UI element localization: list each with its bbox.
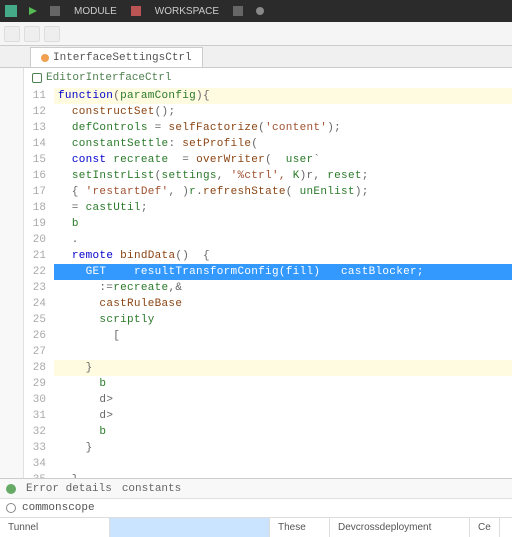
table-cell[interactable]: Tunnel [0,518,110,537]
code-line[interactable]: [ [54,328,512,344]
code-line[interactable]: constantSettle: setProfile( [54,136,512,152]
line-number: 32 [24,424,52,440]
tab-label: InterfaceSettingsCtrl [53,52,192,64]
code-line[interactable]: } [54,440,512,456]
line-number: 26 [24,328,52,344]
bottom-tab[interactable]: Error details [26,483,112,495]
file-type-icon [41,54,49,62]
line-number: 35 [24,472,52,478]
play-icon[interactable] [26,4,40,18]
editor-tabs: InterfaceSettingsCtrl [0,46,512,68]
code-line[interactable]: defControls = selfFactorize('content'); [54,120,512,136]
breadcrumb[interactable]: EditorInterfaceCtrl [24,68,512,88]
code-line[interactable]: GET resultTransformConfig(fill) castBloc… [54,264,512,280]
line-number: 12 [24,104,52,120]
line-number: 21 [24,248,52,264]
toolbar-icon[interactable] [253,4,267,18]
toolbar-button[interactable] [44,26,60,42]
status-icon [6,484,16,494]
breadcrumb-text: EditorInterfaceCtrl [46,72,171,84]
bottom-table: Tunnel These Devcrossdeployment Ce [0,517,512,537]
line-number: 15 [24,152,52,168]
line-number: 22 [24,264,52,280]
line-number: 19 [24,216,52,232]
code-lines[interactable]: function(paramConfig){ constructSet(); d… [54,88,512,478]
line-number: 16 [24,168,52,184]
toolbar-icon[interactable] [231,4,245,18]
table-cell[interactable]: These [270,518,330,537]
code-line[interactable]: d> [54,392,512,408]
line-number: 17 [24,184,52,200]
line-number: 33 [24,440,52,456]
title-bar: MODULE WORKSPACE [0,0,512,22]
line-number: 14 [24,136,52,152]
bottom-row-label: commonscope [22,502,95,514]
code-line[interactable]: castRuleBase [54,296,512,312]
code-line[interactable]: :=recreate,& [54,280,512,296]
code-line[interactable]: = castUtil; [54,200,512,216]
code-line[interactable]: . [54,232,512,248]
code-line[interactable]: b [54,424,512,440]
menu-workspace[interactable]: WORKSPACE [151,4,223,19]
bottom-panel: Error details constants commonscope Tunn… [0,478,512,537]
line-number: 25 [24,312,52,328]
code-line[interactable]: b [54,216,512,232]
toolbar [0,22,512,46]
bottom-tab[interactable]: constants [122,483,181,495]
code-line[interactable]: const recreate = overWriter( user` [54,152,512,168]
code-line[interactable]: d> [54,408,512,424]
bottom-row: commonscope [0,499,512,517]
line-number: 23 [24,280,52,296]
line-number: 31 [24,408,52,424]
line-number: 28 [24,360,52,376]
code-line[interactable]: setInstrList(settings, '%ctrl', K)r, res… [54,168,512,184]
toolbar-icon[interactable] [48,4,62,18]
code-line[interactable]: } [54,360,512,376]
menu-module[interactable]: MODULE [70,4,121,19]
code-editor[interactable]: EditorInterfaceCtrl 11121314151617181920… [24,68,512,478]
line-number: 29 [24,376,52,392]
code-line[interactable]: { 'restartDef', )r.refreshState( unEnlis… [54,184,512,200]
toolbar-button[interactable] [4,26,20,42]
toolbar-button[interactable] [24,26,40,42]
line-number: 18 [24,200,52,216]
code-line[interactable]: } [54,472,512,478]
code-line[interactable]: scriptly [54,312,512,328]
code-line[interactable] [54,456,512,472]
left-gutter-bar [0,68,24,478]
code-line[interactable]: remote bindData() { [54,248,512,264]
code-line[interactable]: b [54,376,512,392]
line-number: 11 [24,88,52,104]
code-line[interactable] [54,344,512,360]
toolbar-icon[interactable] [129,4,143,18]
line-number: 34 [24,456,52,472]
line-number: 30 [24,392,52,408]
file-tab[interactable]: InterfaceSettingsCtrl [30,47,203,67]
table-cell[interactable]: Devcrossdeployment [330,518,470,537]
structure-icon [32,73,42,83]
bottom-tabs: Error details constants [0,479,512,499]
line-number: 24 [24,296,52,312]
code-area[interactable]: 1112131415161718192021222324252627282930… [24,88,512,478]
line-number: 13 [24,120,52,136]
code-line[interactable]: constructSet(); [54,104,512,120]
app-icon [4,4,18,18]
table-cell-selected[interactable] [110,518,270,537]
code-line[interactable]: function(paramConfig){ [54,88,512,104]
line-number: 20 [24,232,52,248]
line-number: 27 [24,344,52,360]
table-cell[interactable]: Ce [470,518,500,537]
line-gutter: 1112131415161718192021222324252627282930… [24,88,52,478]
